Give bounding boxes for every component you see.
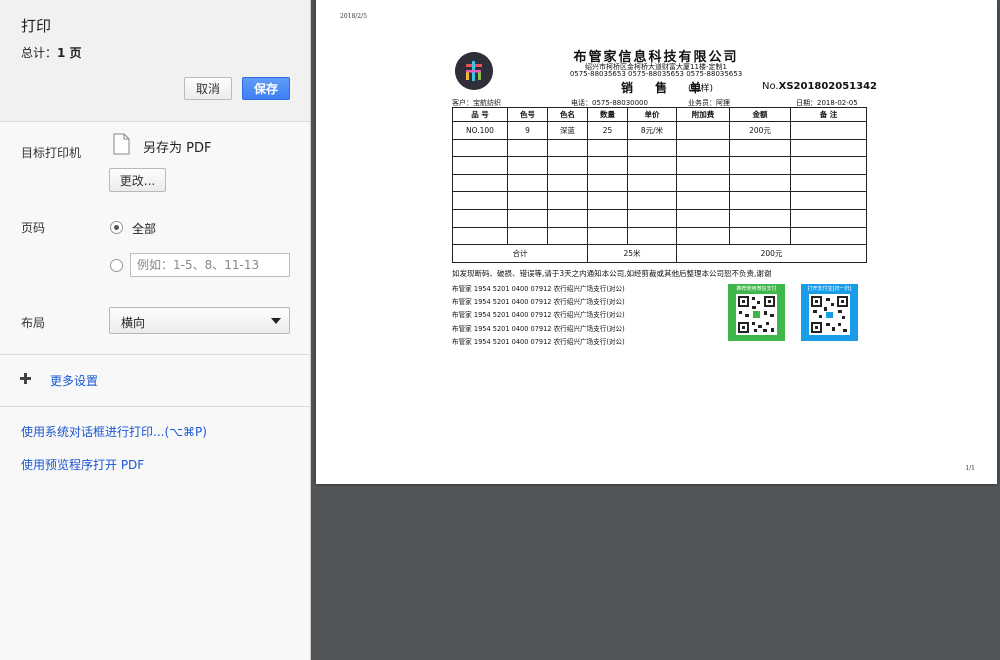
cancel-button[interactable]: 取消 — [184, 77, 232, 100]
plus-icon[interactable] — [20, 373, 31, 384]
bank-line: 布管家 1954 5201 0400 07912 农行绍兴广场支行(对公) — [452, 285, 625, 293]
table-cell: 深蓝 — [547, 121, 588, 140]
table-row — [452, 191, 867, 210]
page-range-input[interactable] — [130, 253, 290, 277]
bank-accounts: 布管家 1954 5201 0400 07912 农行绍兴广场支行(对公) 布管… — [452, 283, 625, 349]
document-subtitle: (剪样) — [688, 84, 714, 94]
bank-line: 布管家 1954 5201 0400 07912 农行绍兴广场支行(对公) — [452, 298, 625, 307]
company-phones: 0575-88035653 0575-88035653 0575-8803565… — [569, 70, 743, 78]
col-header: 色名 — [547, 107, 588, 122]
qr-code-icon — [809, 294, 850, 335]
summary-count: 1 页 — [57, 46, 82, 60]
system-dialog-link[interactable]: 使用系统对话框进行打印...(⌥⌘P) — [21, 423, 207, 440]
table-row: NO.100 9 深蓝 25 8元/米 200元 — [452, 121, 867, 140]
wechat-qr-caption: 推荐使用微信支付 — [736, 286, 777, 292]
save-button[interactable]: 保存 — [242, 77, 290, 100]
bank-line: 布管家 1954 5201 0400 07912 农行绍兴广场支行(对公) — [452, 311, 625, 320]
table-cell: 8元/米 — [627, 121, 677, 140]
divider — [0, 354, 311, 355]
table-cell: 9 — [507, 121, 548, 140]
dialog-title: 打印 — [21, 17, 52, 35]
col-header: 备 注 — [790, 107, 867, 122]
col-header: 附加费 — [676, 107, 730, 122]
pages-range-radio[interactable] — [110, 259, 123, 272]
table-row — [452, 138, 867, 158]
table-cell — [676, 121, 730, 140]
print-settings-panel: 打印 总计：1 页 取消 保存 目标打印机 另存为 PDF 更改... 页码 全… — [0, 0, 311, 660]
page-summary: 总计：1 页 — [21, 44, 82, 61]
destination-label: 目标打印机 — [21, 146, 82, 160]
col-header: 数量 — [587, 107, 628, 122]
layout-value: 横向 — [121, 316, 146, 330]
document-icon — [113, 133, 130, 155]
destination-value: 另存为 PDF — [143, 141, 212, 156]
sales-table: 品 号 色号 色名 数量 单价 附加费 金额 备 注 NO.100 9 深蓝 2… — [452, 107, 867, 263]
bank-line: 布管家 1954 5201 0400 07912 农行绍兴广场支行(对公) — [452, 337, 625, 346]
chevron-down-icon — [271, 318, 281, 324]
preview-page: 2018/2/5 布管家信息科技有限公司 绍兴市柯桥区金柯桥大道财富大厦11楼-… — [316, 0, 997, 484]
table-header-row: 品 号 色号 色名 数量 单价 附加费 金额 备 注 — [452, 107, 867, 122]
table-cell — [790, 121, 867, 140]
col-header: 金额 — [729, 107, 791, 122]
table-row — [452, 173, 867, 193]
number-prefix: No. — [762, 81, 779, 92]
print-preview-area[interactable]: 2018/2/5 布管家信息科技有限公司 绍兴市柯桥区金柯桥大道财富大厦11楼-… — [312, 0, 1000, 660]
alipay-qr-caption: 打开支付宝[扫一扫] — [807, 286, 852, 292]
col-header: 品 号 — [452, 107, 508, 122]
table-cell: 25 — [587, 121, 628, 140]
alipay-qr: 打开支付宝[扫一扫] — [801, 284, 858, 341]
company-logo — [455, 52, 493, 90]
table-cell: NO.100 — [452, 121, 508, 140]
layout-select[interactable]: 横向 — [109, 307, 290, 334]
table-row — [452, 208, 867, 228]
open-in-preview-link[interactable]: 使用预览程序打开 PDF — [21, 456, 144, 473]
wechat-pay-qr: 推荐使用微信支付 — [728, 284, 785, 341]
page-number: 1/1 — [965, 465, 975, 472]
pages-all-label[interactable]: 全部 — [132, 220, 156, 237]
more-settings-toggle[interactable]: 更多设置 — [50, 372, 98, 389]
bank-line: 布管家 1954 5201 0400 07912 农行绍兴广场支行(对公) — [452, 324, 625, 333]
document-number: No.XS201802051342 — [762, 81, 877, 92]
table-cell: 200元 — [729, 121, 791, 140]
print-date: 2018/2/5 — [340, 13, 367, 20]
pages-label: 页码 — [21, 221, 46, 235]
pages-all-radio[interactable] — [110, 221, 123, 234]
total-quantity: 25米 — [587, 244, 677, 263]
total-amount: 200元 — [676, 244, 867, 263]
print-header: 打印 总计：1 页 取消 保存 — [0, 0, 310, 122]
layout-label: 布局 — [21, 316, 46, 330]
col-header: 单价 — [627, 107, 677, 122]
divider — [0, 406, 311, 407]
terms-note: 如发现断码、破损、错误等,请于3天之内通知本公司,如经剪裁或其他后整理本公司恕不… — [452, 269, 772, 278]
qr-code-icon — [736, 294, 777, 335]
table-row — [452, 156, 867, 175]
table-total-row: 合计 25米 200元 — [452, 244, 867, 263]
summary-label: 总计： — [21, 46, 58, 60]
number-value: XS201802051342 — [778, 81, 878, 92]
total-label: 合计 — [452, 244, 588, 263]
col-header: 色号 — [507, 107, 548, 122]
table-row — [452, 226, 867, 246]
change-destination-button[interactable]: 更改... — [109, 168, 166, 192]
